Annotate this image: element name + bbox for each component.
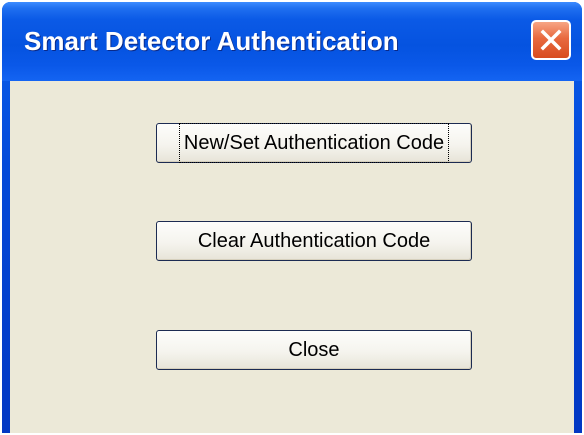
title-bar[interactable]: Smart Detector Authentication <box>2 2 582 81</box>
close-button-label: Close <box>288 339 340 361</box>
window-title: Smart Detector Authentication <box>24 26 399 56</box>
clear-authentication-code-button[interactable]: Clear Authentication Code <box>156 221 472 261</box>
close-window-button[interactable] <box>531 20 571 60</box>
close-button[interactable]: Close <box>156 330 472 370</box>
new-set-button-label: New/Set Authentication Code <box>178 123 450 163</box>
dialog-body: New/Set Authentication Code Clear Authen… <box>10 81 574 433</box>
new-set-authentication-code-button[interactable]: New/Set Authentication Code <box>156 123 472 163</box>
close-x-icon <box>540 29 562 51</box>
dialog-window: Smart Detector Authentication New/Set Au… <box>2 2 582 433</box>
clear-button-label: Clear Authentication Code <box>197 230 431 252</box>
